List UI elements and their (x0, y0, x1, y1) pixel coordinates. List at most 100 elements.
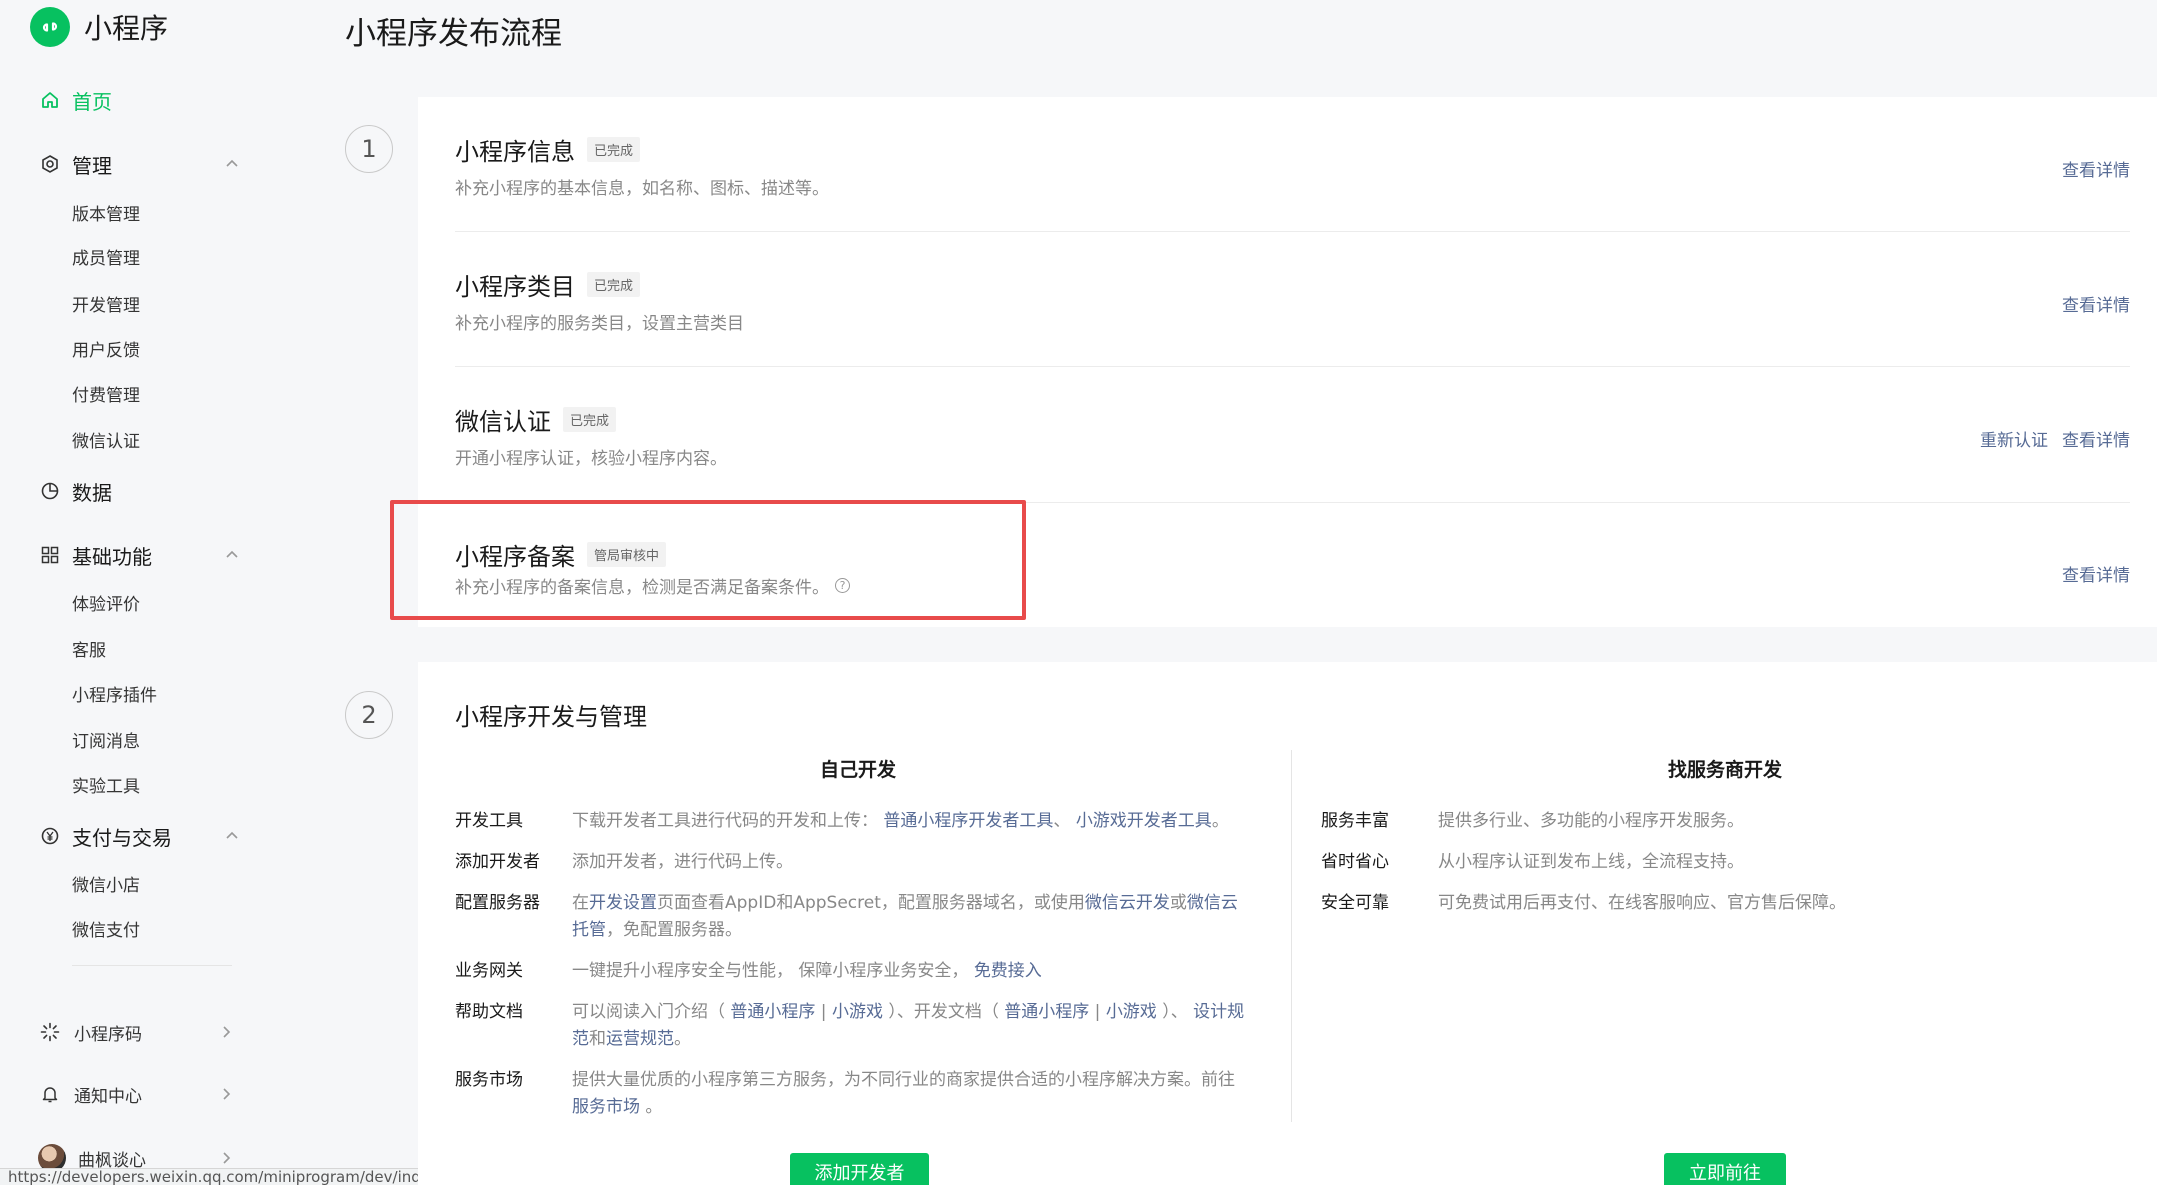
sidebar-item-label: 管理 (72, 153, 112, 178)
row-title: 小程序类目 (455, 273, 575, 301)
sidebar-item-dev-manage[interactable]: 开发管理 (72, 291, 140, 321)
inline-link[interactable]: 服务市场 (572, 1097, 640, 1117)
feature-desc: 在开发设置页面查看AppID和AppSecret，配置服务器域名，或使用微信云开… (572, 890, 1252, 944)
column-divider (1291, 750, 1292, 1122)
inline-text: 。 (1211, 811, 1229, 831)
row-divider (455, 502, 2130, 503)
view-details-link[interactable]: 查看详情 (2062, 426, 2130, 451)
settings-icon (38, 152, 62, 176)
sidebar-item-pay[interactable]: 支付与交易 (38, 816, 238, 856)
feature-desc: 下载开发者工具进行代码的开发和上传： 普通小程序开发者工具、 小游戏开发者工具。 (572, 808, 1252, 835)
feature-desc: 可以阅读入门介绍（ 普通小程序 | 小游戏 ）、开发文档（ 普通小程序 | 小游… (572, 999, 1252, 1053)
chevron-up-icon[interactable] (220, 152, 244, 176)
sidebar-item-subscribe[interactable]: 订阅消息 (72, 727, 140, 757)
inline-text: 下载开发者工具进行代码的开发和上传： (572, 811, 884, 831)
inline-text: 在 (572, 893, 589, 913)
feature-key: 安全可靠 (1321, 893, 1389, 913)
logo[interactable]: 小程序 (30, 6, 168, 48)
view-details-link[interactable]: 查看详情 (2062, 156, 2130, 181)
inline-text: 。 (640, 1097, 663, 1117)
sidebar-item-version[interactable]: 版本管理 (72, 200, 140, 230)
view-details-link[interactable]: 查看详情 (2062, 561, 2130, 586)
grid-icon (38, 543, 62, 567)
step-number: 2 (345, 691, 393, 739)
sidebar-item-manage[interactable]: 管理 (38, 144, 238, 184)
inline-link[interactable]: 普通小程序 (730, 1002, 815, 1022)
sidebar-item-wechat-pay[interactable]: 微信支付 (72, 916, 140, 946)
inline-text: 页面查看AppID和AppSecret，配置服务器域名，或使用 (657, 893, 1085, 913)
status-badge: 已完成 (587, 272, 641, 297)
inline-link[interactable]: 小游戏 (1106, 1002, 1157, 1022)
step-number: 1 (345, 125, 393, 173)
go-now-button[interactable]: 立即前往 (1664, 1153, 1786, 1185)
inline-link[interactable]: 小游戏开发者工具 (1076, 811, 1212, 831)
inline-link[interactable]: 运营规范 (606, 1029, 674, 1049)
inline-text: 提供多行业、多功能的小程序开发服务。 (1438, 811, 1744, 831)
sidebar-item-wechat-cert[interactable]: 微信认证 (72, 427, 140, 457)
row-desc-text: 补充小程序的备案信息，检测是否满足备案条件。 (455, 578, 829, 598)
inline-link[interactable]: 微信云开发 (1085, 893, 1170, 913)
inline-text: | (815, 1002, 832, 1022)
inline-text: 、 (1053, 811, 1076, 831)
section-title: 小程序开发与管理 (455, 703, 647, 731)
inline-text: 和 (589, 1029, 606, 1049)
bell-icon (38, 1082, 62, 1106)
sidebar-item-members[interactable]: 成员管理 (72, 244, 140, 274)
sidebar-item-feedback[interactable]: 用户反馈 (72, 336, 140, 366)
inline-text: 可以阅读入门介绍（ (572, 1002, 731, 1022)
inline-link[interactable]: 普通小程序开发者工具 (883, 811, 1053, 831)
recertify-link[interactable]: 重新认证 (1980, 426, 2048, 451)
sidebar-item-label: 基础功能 (72, 544, 152, 569)
inline-link[interactable]: 普通小程序 (1004, 1002, 1089, 1022)
sidebar-item-basic[interactable]: 基础功能 (38, 535, 238, 575)
feature-key: 服务丰富 (1321, 811, 1389, 831)
sidebar-item-payment-manage[interactable]: 付费管理 (72, 381, 140, 411)
chevron-up-icon[interactable] (220, 543, 244, 567)
sidebar-item-plugins[interactable]: 小程序插件 (72, 681, 157, 711)
feature-key: 添加开发者 (455, 852, 540, 872)
sidebar-item-label: 首页 (72, 89, 112, 114)
inline-text: 从小程序认证到发布上线，全流程支持。 (1438, 852, 1744, 872)
inline-text: 或 (1169, 893, 1187, 913)
sidebar-item-data[interactable]: 数据 (38, 471, 112, 511)
sidebar-item-lab[interactable]: 实验工具 (72, 772, 140, 802)
sidebar-item-qrcode[interactable]: 小程序码 (38, 1012, 231, 1052)
feature-desc: 添加开发者，进行代码上传。 (572, 849, 1252, 876)
inline-text: ）、 (1156, 1002, 1194, 1022)
row-title: 小程序信息 (455, 138, 575, 166)
home-icon (38, 88, 62, 112)
feature-desc: 从小程序认证到发布上线，全流程支持。 (1438, 849, 2118, 876)
feature-key: 服务市场 (455, 1070, 523, 1090)
row-title: 小程序备案 (455, 543, 575, 571)
status-badge: 已完成 (563, 407, 617, 432)
sidebar-item-experience[interactable]: 体验评价 (72, 590, 140, 620)
row-desc: 开通小程序认证，核验小程序内容。 (455, 449, 727, 469)
step-row-filing: 小程序备案 管局审核中 补充小程序的备案信息，检测是否满足备案条件。 ? 查看详… (455, 505, 2130, 625)
inline-text: 可免费试用后再支付、在线客服响应、官方售后保障。 (1438, 893, 1846, 913)
step-row-info: 小程序信息 已完成 补充小程序的基本信息，如名称、图标、描述等。 查看详情 (455, 100, 2130, 235)
sidebar-item-shop[interactable]: 微信小店 (72, 871, 140, 901)
sidebar-item-home[interactable]: 首页 (38, 80, 112, 120)
feature-key: 开发工具 (455, 811, 523, 831)
view-details-link[interactable]: 查看详情 (2062, 291, 2130, 316)
row-divider (455, 366, 2130, 367)
sidebar-item-notify[interactable]: 通知中心 (38, 1074, 231, 1114)
pie-chart-icon (38, 479, 62, 503)
help-icon[interactable]: ? (835, 578, 850, 593)
miniprogram-logo-icon (30, 7, 70, 47)
inline-link[interactable]: 免费接入 (974, 961, 1042, 981)
step-row-category: 小程序类目 已完成 补充小程序的服务类目，设置主营类目 查看详情 (455, 235, 2130, 370)
feature-desc: 提供多行业、多功能的小程序开发服务。 (1438, 808, 2118, 835)
add-developer-button[interactable]: 添加开发者 (790, 1153, 929, 1185)
chevron-up-icon[interactable] (220, 824, 244, 848)
chevron-right-icon (214, 1146, 238, 1170)
page-title: 小程序发布流程 (345, 16, 562, 52)
status-badge: 管局审核中 (587, 542, 667, 567)
inline-text: | (1089, 1002, 1106, 1022)
inline-link[interactable]: 开发设置 (589, 893, 657, 913)
sidebar-item-customer-service[interactable]: 客服 (72, 636, 106, 666)
sidebar-item-label: 数据 (72, 480, 112, 505)
inline-link[interactable]: 小游戏 (832, 1002, 883, 1022)
sidebar-item-label: 通知中心 (74, 1086, 142, 1107)
chevron-right-icon (214, 1082, 238, 1106)
